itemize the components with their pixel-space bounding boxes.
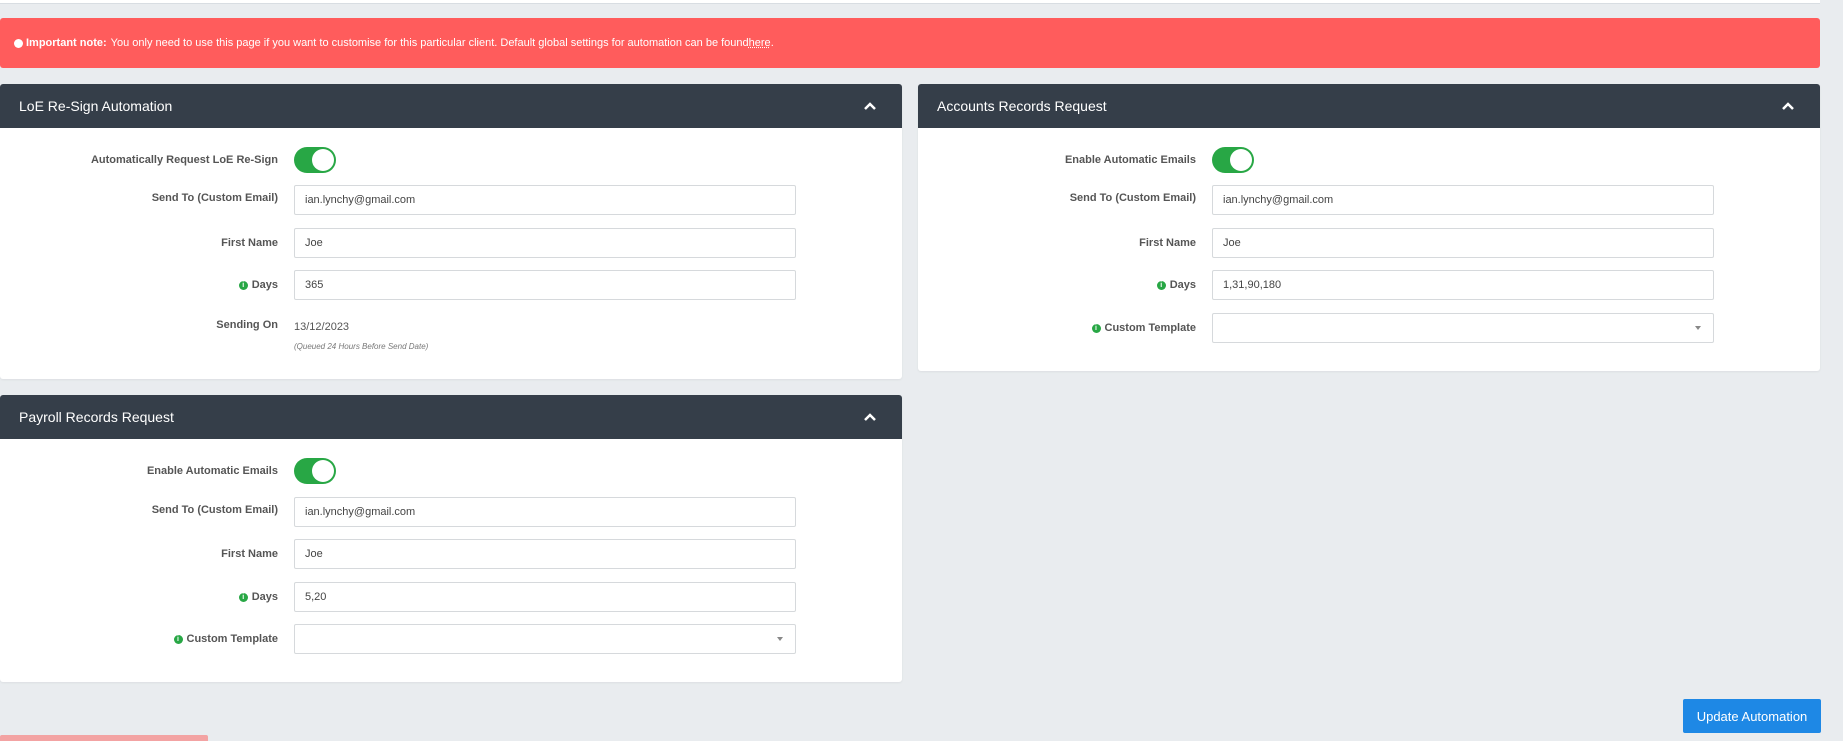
loe-send-to-input[interactable]: ian.lynchy@gmail.com: [294, 185, 796, 215]
update-automation-button[interactable]: Update Automation: [1683, 699, 1821, 733]
loe-days-label: Days: [251, 279, 278, 291]
info-icon[interactable]: i: [238, 592, 248, 602]
loe-days-input[interactable]: 365: [294, 270, 796, 300]
loe-send-to-label: Send To (Custom Email): [151, 192, 278, 204]
accounts-panel-title: Accounts Records Request: [937, 98, 1107, 114]
collapse-chevron-icon[interactable]: [862, 98, 878, 114]
loe-resign-panel: LoE Re-Sign Automation Automatically Req…: [0, 84, 902, 379]
alert-bold-text: Important note:: [26, 37, 107, 49]
payroll-template-label: Custom Template: [186, 633, 278, 645]
info-icon[interactable]: i: [238, 280, 248, 290]
payroll-panel-title: Payroll Records Request: [19, 409, 174, 425]
accounts-send-to-label: Send To (Custom Email): [1069, 192, 1196, 204]
accounts-first-name-input[interactable]: Joe: [1212, 228, 1714, 258]
alert-text: You only need to use this page if you wa…: [110, 37, 749, 49]
loe-sending-on-value: 13/12/2023: [294, 321, 350, 333]
bottom-partial-button[interactable]: [0, 735, 208, 741]
accounts-toggle-label: Enable Automatic Emails: [1064, 154, 1196, 166]
global-settings-link[interactable]: here: [749, 37, 771, 49]
toggle-knob: [312, 460, 334, 482]
payroll-panel-header[interactable]: Payroll Records Request: [0, 395, 902, 439]
payroll-send-to-input[interactable]: ian.lynchy@gmail.com: [294, 497, 796, 527]
loe-sending-on-note: (Queued 24 Hours Before Send Date): [294, 342, 429, 351]
payroll-send-to-label: Send To (Custom Email): [151, 504, 278, 516]
loe-sending-on-block: 13/12/2023 (Queued 24 Hours Before Send …: [294, 319, 428, 351]
loe-first-name-input[interactable]: Joe: [294, 228, 796, 258]
alert-end: .: [770, 37, 774, 49]
accounts-template-label-wrap: i Custom Template: [918, 322, 1212, 334]
collapse-chevron-icon[interactable]: [862, 409, 878, 425]
payroll-template-select[interactable]: [294, 624, 796, 654]
collapse-chevron-icon[interactable]: [1780, 98, 1796, 114]
payroll-days-input[interactable]: 5,20: [294, 582, 796, 612]
toggle-knob: [312, 149, 334, 171]
loe-first-name-label: First Name: [221, 237, 278, 249]
caret-down-icon: [777, 637, 783, 641]
toggle-knob: [1230, 149, 1252, 171]
accounts-template-label: Custom Template: [1104, 322, 1196, 334]
payroll-first-name-input[interactable]: Joe: [294, 539, 796, 569]
loe-sending-on-label: Sending On: [216, 319, 278, 331]
accounts-records-panel: Accounts Records Request Enable Automati…: [918, 84, 1820, 371]
caret-down-icon: [1695, 326, 1701, 330]
payroll-days-label-wrap: i Days: [0, 591, 294, 603]
loe-days-label-wrap: i Days: [0, 279, 294, 291]
loe-auto-request-toggle[interactable]: [294, 147, 336, 173]
payroll-template-label-wrap: i Custom Template: [0, 633, 294, 645]
info-icon[interactable]: i: [1156, 280, 1166, 290]
loe-toggle-label: Automatically Request LoE Re-Sign: [90, 154, 278, 166]
loe-panel-header[interactable]: LoE Re-Sign Automation: [0, 84, 902, 128]
payroll-records-panel: Payroll Records Request Enable Automatic…: [0, 395, 902, 682]
accounts-days-input[interactable]: 1,31,90,180: [1212, 270, 1714, 300]
payroll-days-label: Days: [251, 591, 278, 603]
important-note-alert: Important note: You only need to use thi…: [0, 18, 1820, 68]
payroll-first-name-label: First Name: [221, 548, 278, 560]
accounts-panel-header[interactable]: Accounts Records Request: [918, 84, 1820, 128]
payroll-auto-emails-toggle[interactable]: [294, 458, 336, 484]
loe-panel-title: LoE Re-Sign Automation: [19, 98, 173, 114]
info-icon[interactable]: i: [173, 634, 183, 644]
accounts-template-select[interactable]: [1212, 313, 1714, 343]
top-strip: [0, 0, 1820, 4]
alert-icon: [14, 38, 23, 48]
info-icon[interactable]: i: [1091, 323, 1101, 333]
payroll-toggle-label: Enable Automatic Emails: [146, 465, 278, 477]
accounts-first-name-label: First Name: [1139, 237, 1196, 249]
accounts-days-label: Days: [1169, 279, 1196, 291]
accounts-days-label-wrap: i Days: [918, 279, 1212, 291]
accounts-auto-emails-toggle[interactable]: [1212, 147, 1254, 173]
accounts-send-to-input[interactable]: ian.lynchy@gmail.com: [1212, 185, 1714, 215]
